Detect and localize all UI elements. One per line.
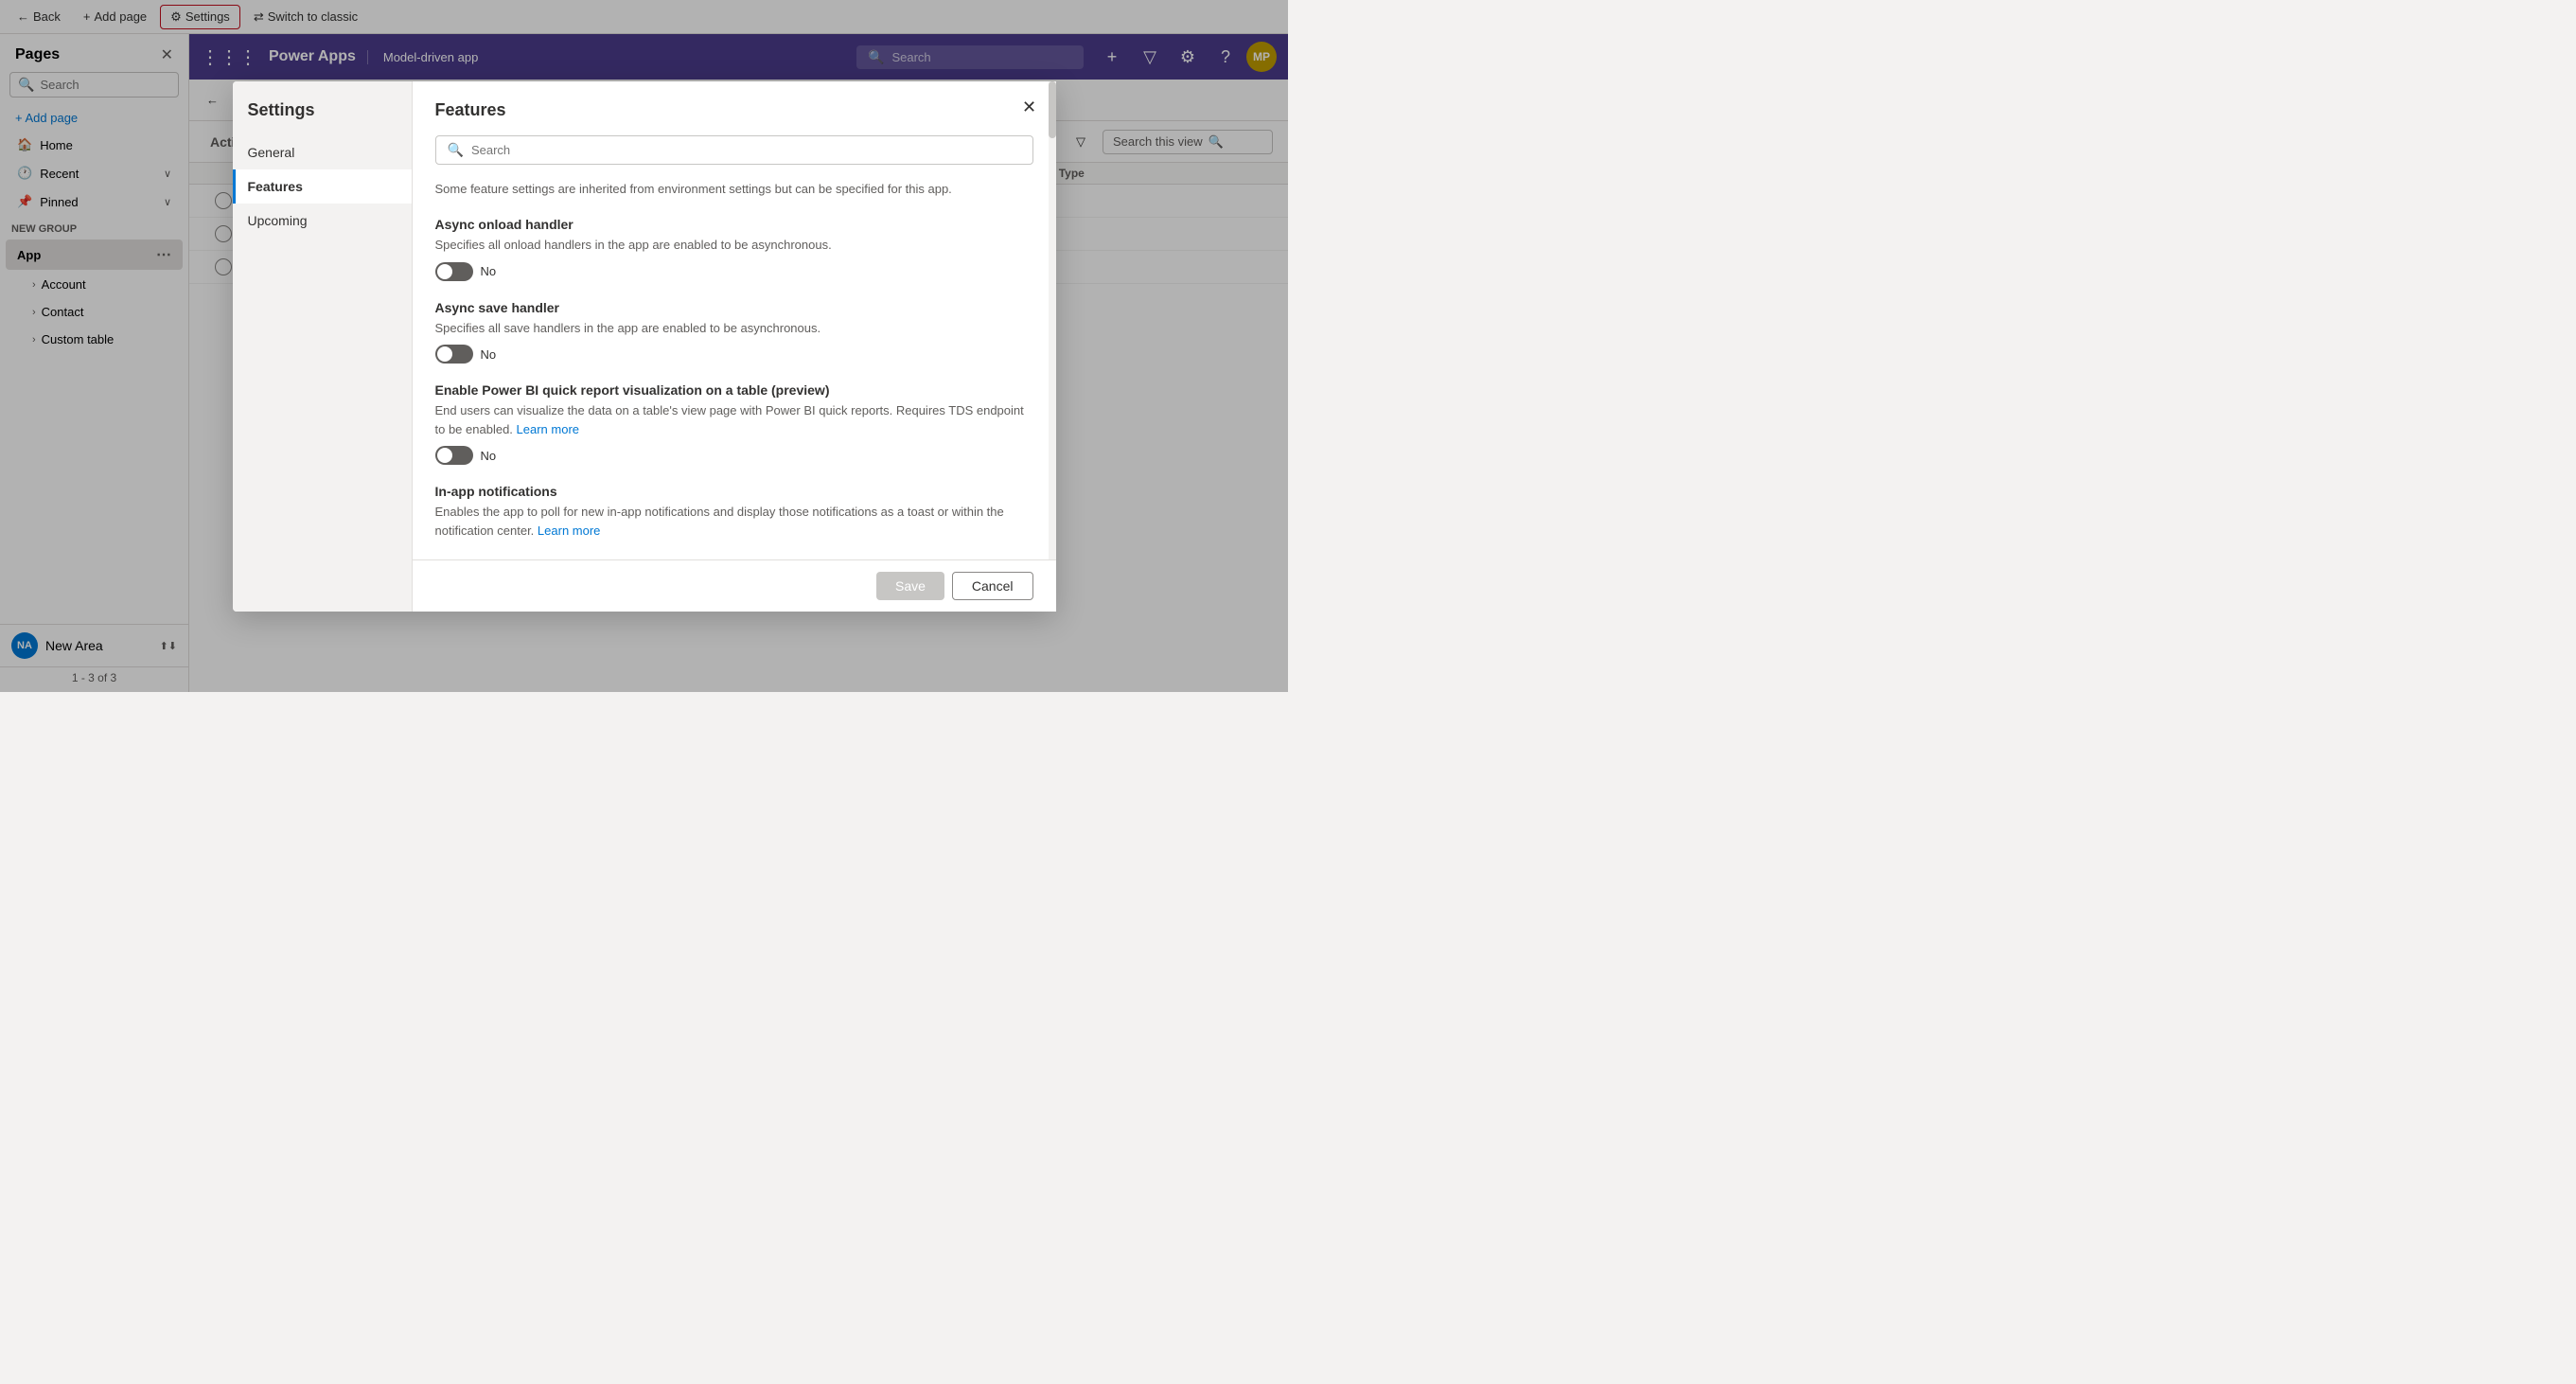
feature-powerbi-toggle-container: No xyxy=(435,446,1033,465)
scrollbar-track[interactable] xyxy=(1049,81,1056,612)
features-title: Features xyxy=(435,100,1033,120)
feature-powerbi: Enable Power BI quick report visualizati… xyxy=(435,382,1033,465)
feature-async-save-toggle-container: No xyxy=(435,345,1033,364)
modal-left-nav: Settings General Features Upcoming xyxy=(233,81,413,612)
features-search-icon: 🔍 xyxy=(448,142,464,158)
features-search-box[interactable]: 🔍 xyxy=(435,135,1033,165)
feature-async-onload-toggle[interactable] xyxy=(435,262,473,281)
feature-powerbi-desc: End users can visualize the data on a ta… xyxy=(435,401,1033,438)
feature-powerbi-toggle-label: No xyxy=(481,449,497,463)
feature-async-save-title: Async save handler xyxy=(435,300,1033,315)
settings-nav-general[interactable]: General xyxy=(233,135,412,169)
settings-nav-upcoming[interactable]: Upcoming xyxy=(233,204,412,238)
feature-async-save-toggle[interactable] xyxy=(435,345,473,364)
save-button[interactable]: Save xyxy=(876,572,944,600)
scrollbar-thumb[interactable] xyxy=(1049,81,1056,138)
modal-footer: Save Cancel xyxy=(413,559,1056,612)
feature-async-onload-toggle-label: No xyxy=(481,264,497,278)
notifications-learn-more-link[interactable]: Learn more xyxy=(538,523,600,538)
cancel-button[interactable]: Cancel xyxy=(952,572,1033,600)
powerbi-learn-more-link[interactable]: Learn more xyxy=(517,422,579,436)
feature-async-onload-title: Async onload handler xyxy=(435,217,1033,232)
modal-title: Settings xyxy=(233,100,412,135)
feature-notifications-title: In-app notifications xyxy=(435,484,1033,499)
settings-modal: ✕ Settings General Features Upcoming Fea… xyxy=(233,81,1056,612)
feature-async-onload-desc: Specifies all onload handlers in the app… xyxy=(435,236,1033,255)
feature-async-save-desc: Specifies all save handlers in the app a… xyxy=(435,319,1033,338)
feature-notifications: In-app notifications Enables the app to … xyxy=(435,484,1033,540)
settings-nav-features[interactable]: Features xyxy=(233,169,412,204)
features-search-input[interactable] xyxy=(471,143,1021,157)
feature-powerbi-toggle[interactable] xyxy=(435,446,473,465)
feature-async-onload: Async onload handler Specifies all onloa… xyxy=(435,217,1033,281)
modal-right-content: Features 🔍 Some feature settings are inh… xyxy=(413,81,1056,612)
modal-overlay: ✕ Settings General Features Upcoming Fea… xyxy=(0,0,1288,692)
feature-async-onload-toggle-container: No xyxy=(435,262,1033,281)
feature-async-save-toggle-label: No xyxy=(481,347,497,362)
feature-notifications-desc: Enables the app to poll for new in-app n… xyxy=(435,503,1033,540)
feature-powerbi-title: Enable Power BI quick report visualizati… xyxy=(435,382,1033,398)
feature-async-save: Async save handler Specifies all save ha… xyxy=(435,300,1033,364)
features-description: Some feature settings are inherited from… xyxy=(435,180,1033,199)
